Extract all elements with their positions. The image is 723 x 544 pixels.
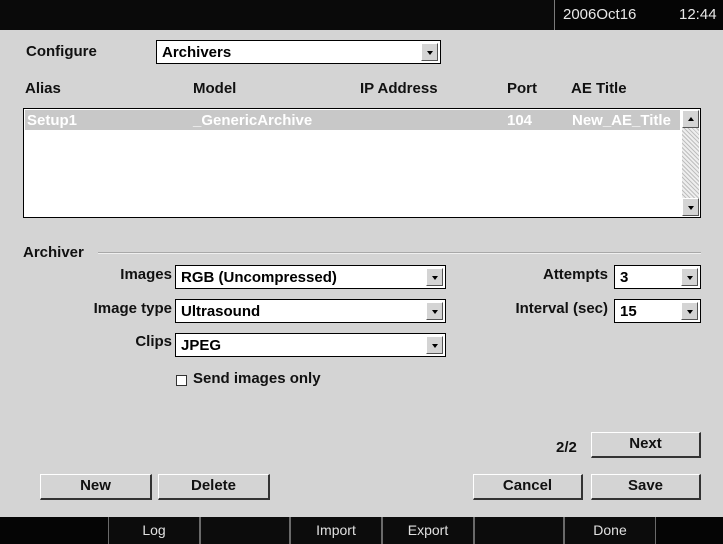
interval-label: Interval (sec) xyxy=(515,300,608,317)
interval-select[interactable]: 15 xyxy=(614,299,701,323)
configure-select[interactable]: Archivers xyxy=(156,40,441,64)
table-row[interactable]: Setup1 _GenericArchive 104 New_AE_Title xyxy=(25,110,680,130)
page-indicator: 2/2 xyxy=(556,439,577,456)
image-type-select[interactable]: Ultrasound xyxy=(175,299,446,323)
chevron-down-icon[interactable] xyxy=(681,268,698,286)
column-ip-address: IP Address xyxy=(360,80,438,97)
next-button[interactable]: Next xyxy=(591,432,701,458)
row-model: _GenericArchive xyxy=(193,112,313,129)
clips-label: Clips xyxy=(135,333,172,350)
import-softkey[interactable]: Import xyxy=(290,517,382,544)
date-display: 2006Oct16 xyxy=(563,6,637,23)
archiver-section-label: Archiver xyxy=(23,244,84,261)
export-softkey[interactable]: Export xyxy=(382,517,474,544)
chevron-down-icon[interactable] xyxy=(426,268,443,286)
scroll-down-icon[interactable] xyxy=(682,198,699,216)
section-divider xyxy=(98,252,701,254)
row-ae-title: New_AE_Title xyxy=(572,112,671,129)
column-model: Model xyxy=(193,80,237,97)
chevron-down-icon[interactable] xyxy=(426,302,443,320)
clips-value: JPEG xyxy=(181,337,222,354)
done-softkey[interactable]: Done xyxy=(564,517,656,544)
cancel-button[interactable]: Cancel xyxy=(473,474,583,500)
delete-button[interactable]: Delete xyxy=(158,474,270,500)
column-ae-title: AE Title xyxy=(571,80,627,97)
images-select[interactable]: RGB (Uncompressed) xyxy=(175,265,446,289)
configure-label: Configure xyxy=(26,43,97,60)
scroll-up-icon[interactable] xyxy=(682,110,699,128)
attempts-select[interactable]: 3 xyxy=(614,265,701,289)
images-value: RGB (Uncompressed) xyxy=(181,269,337,286)
log-softkey[interactable]: Log xyxy=(108,517,200,544)
chevron-down-icon[interactable] xyxy=(681,302,698,320)
clips-select[interactable]: JPEG xyxy=(175,333,446,357)
send-images-only-checkbox[interactable] xyxy=(176,375,187,386)
chevron-down-icon[interactable] xyxy=(421,43,438,61)
empty-softkey[interactable] xyxy=(474,517,564,544)
column-alias: Alias xyxy=(25,80,61,97)
send-images-only-label: Send images only xyxy=(193,370,321,387)
row-alias: Setup1 xyxy=(27,112,78,129)
top-segment xyxy=(424,0,555,30)
top-segment xyxy=(0,0,161,30)
chevron-down-icon[interactable] xyxy=(426,336,443,354)
interval-value: 15 xyxy=(620,303,637,320)
configure-value: Archivers xyxy=(162,44,232,61)
save-button[interactable]: Save xyxy=(591,474,701,500)
top-segment xyxy=(248,0,425,30)
archiver-list[interactable]: Setup1 _GenericArchive 104 New_AE_Title xyxy=(23,108,701,218)
row-port: 104 xyxy=(507,112,533,129)
attempts-label: Attempts xyxy=(542,266,608,283)
attempts-value: 3 xyxy=(620,269,629,286)
time-display: 12:44 xyxy=(679,6,717,23)
image-type-value: Ultrasound xyxy=(181,303,261,320)
top-segment xyxy=(160,0,249,30)
image-type-label: Image type xyxy=(93,300,172,317)
column-port: Port xyxy=(507,80,537,97)
list-scrollbar[interactable] xyxy=(682,110,699,216)
images-label: Images xyxy=(120,266,172,283)
new-button[interactable]: New xyxy=(40,474,152,500)
empty-softkey[interactable] xyxy=(200,517,290,544)
